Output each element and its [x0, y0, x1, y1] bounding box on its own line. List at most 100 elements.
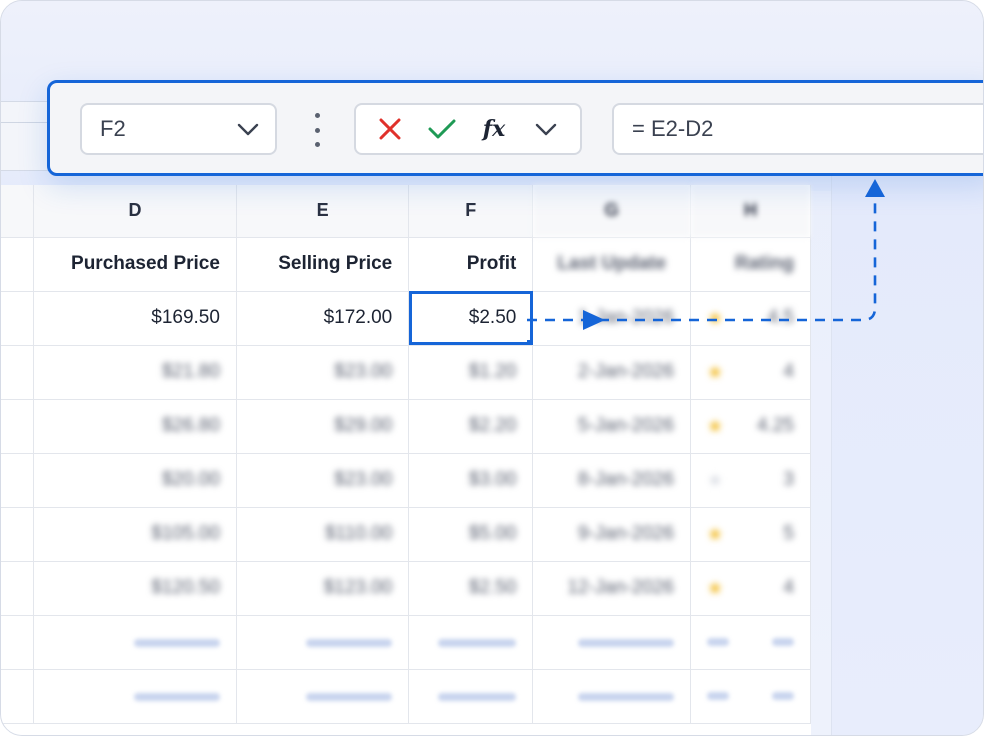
header-cell-selling-price[interactable]: Selling Price — [236, 237, 410, 292]
name-box-value: F2 — [100, 116, 126, 141]
expand-dropdown-button[interactable] — [528, 111, 564, 147]
column-header-g[interactable]: G — [532, 185, 692, 238]
cell-last-update[interactable]: 2-Jan-2026 — [532, 345, 692, 400]
row-number-header — [1, 185, 34, 238]
rating-value: 4.25 — [757, 415, 794, 436]
formula-bar: F2 fx = E2-D2 — [47, 80, 983, 176]
table-row: $21.80 $23.00 $1.20 2-Jan-2026 ★ 4 — [1, 345, 811, 400]
placeholder-cell — [33, 669, 237, 724]
star-empty-icon: ★ — [707, 469, 724, 490]
cell-purchased-price[interactable]: $20.00 — [33, 453, 237, 508]
row-number — [1, 561, 34, 616]
cell-purchased-price[interactable]: $120.50 — [33, 561, 237, 616]
formula-text: = E2-D2 — [632, 116, 714, 141]
header-cell-rating[interactable]: Rating — [690, 237, 811, 292]
placeholder-cell — [236, 669, 410, 724]
table-row: $169.50 $172.00 $2.50 1-Jan-2026 ★ 4.5 — [1, 291, 811, 346]
cell-profit[interactable]: $2.20 — [408, 399, 534, 454]
formula-input[interactable]: = E2-D2 — [612, 103, 983, 155]
cell-selling-price[interactable]: $110.00 — [236, 507, 410, 562]
chevron-down-icon — [535, 123, 557, 136]
header-cell-purchased-price[interactable]: Purchased Price — [33, 237, 237, 292]
cell-last-update[interactable]: 9-Jan-2026 — [532, 507, 692, 562]
cell-last-update[interactable]: 8-Jan-2026 — [532, 453, 692, 508]
rating-value: 4 — [783, 577, 794, 598]
fx-icon: fx — [482, 116, 506, 142]
cell-rating[interactable]: ★ 3 — [690, 453, 811, 508]
cell-profit-value: $2.50 — [468, 307, 517, 328]
name-box[interactable]: F2 — [80, 103, 277, 155]
placeholder-cell — [690, 669, 811, 724]
placeholder-cell — [532, 615, 692, 670]
row-number — [1, 345, 34, 400]
placeholder-row — [1, 615, 811, 670]
row-number — [1, 507, 34, 562]
table-row: $105.00 $110.00 $5.00 9-Jan-2026 ★ 5 — [1, 507, 811, 562]
cell-profit[interactable]: $1.20 — [408, 345, 534, 400]
formula-actions: fx — [354, 103, 582, 155]
placeholder-cell — [408, 615, 534, 670]
star-icon: ★ — [707, 523, 724, 544]
column-header-h[interactable]: H — [690, 185, 811, 238]
insert-function-button[interactable]: fx — [476, 111, 512, 147]
star-icon: ★ — [707, 361, 724, 382]
table-row: $20.00 $23.00 $3.00 8-Jan-2026 ★ 3 — [1, 453, 811, 508]
header-cell-last-update[interactable]: Last Update — [532, 237, 692, 292]
cell-rating[interactable]: ★ 4.25 — [690, 399, 811, 454]
cell-selling-price[interactable]: $172.00 — [236, 291, 410, 346]
chevron-down-icon[interactable] — [235, 116, 261, 142]
cancel-x-icon — [379, 118, 401, 140]
rating-value: 5 — [783, 523, 794, 544]
confirm-button[interactable] — [424, 111, 460, 147]
cell-selling-price[interactable]: $23.00 — [236, 453, 410, 508]
cell-purchased-price[interactable]: $26.80 — [33, 399, 237, 454]
rating-value: 3 — [783, 469, 794, 490]
row-number — [1, 399, 34, 454]
cell-rating[interactable]: ★ 4 — [690, 345, 811, 400]
cell-profit[interactable]: $5.00 — [408, 507, 534, 562]
placeholder-cell — [33, 615, 237, 670]
star-icon: ★ — [707, 307, 724, 328]
cell-rating[interactable]: ★ 4.5 — [690, 291, 811, 346]
column-header-e[interactable]: E — [236, 185, 410, 238]
confirm-check-icon — [428, 119, 456, 139]
cell-rating[interactable]: ★ 5 — [690, 507, 811, 562]
kebab-menu-icon[interactable] — [312, 113, 322, 147]
placeholder-cell — [690, 615, 811, 670]
selected-cell-profit[interactable]: $2.50 — [408, 291, 534, 346]
table-header-row: Purchased Price Selling Price Profit Las… — [1, 237, 811, 292]
column-header-d[interactable]: D — [33, 185, 237, 238]
row-number — [1, 669, 34, 724]
right-panel-background — [831, 171, 983, 735]
cell-last-update[interactable]: 5-Jan-2026 — [532, 399, 692, 454]
cell-selling-price[interactable]: $23.00 — [236, 345, 410, 400]
row-number — [1, 453, 34, 508]
cell-purchased-price[interactable]: $105.00 — [33, 507, 237, 562]
placeholder-cell — [408, 669, 534, 724]
cell-last-update[interactable]: 1-Jan-2026 — [532, 291, 692, 346]
row-number — [1, 615, 34, 670]
cell-profit[interactable]: $3.00 — [408, 453, 534, 508]
table-row: $26.80 $29.00 $2.20 5-Jan-2026 ★ 4.25 — [1, 399, 811, 454]
rating-value: 4.5 — [767, 307, 794, 328]
spreadsheet-grid: D E F G H Purchased Price Selling Price … — [1, 185, 811, 735]
cell-rating[interactable]: ★ 4 — [690, 561, 811, 616]
column-header-f[interactable]: F — [408, 185, 534, 238]
cell-profit[interactable]: $2.50 — [408, 561, 534, 616]
cell-purchased-price[interactable]: $169.50 — [33, 291, 237, 346]
cell-purchased-price[interactable]: $21.80 — [33, 345, 237, 400]
row-number — [1, 237, 34, 292]
data-table: D E F G H Purchased Price Selling Price … — [1, 185, 811, 724]
placeholder-cell — [236, 615, 410, 670]
cell-selling-price[interactable]: $29.00 — [236, 399, 410, 454]
screenshot-frame: D E F G H Purchased Price Selling Price … — [0, 0, 984, 736]
row-number — [1, 291, 34, 346]
cell-selling-price[interactable]: $123.00 — [236, 561, 410, 616]
table-row: $120.50 $123.00 $2.50 12-Jan-2026 ★ 4 — [1, 561, 811, 616]
placeholder-cell — [532, 669, 692, 724]
header-cell-profit[interactable]: Profit — [408, 237, 534, 292]
rating-value: 4 — [783, 361, 794, 382]
star-icon: ★ — [707, 577, 724, 598]
cancel-button[interactable] — [372, 111, 408, 147]
cell-last-update[interactable]: 12-Jan-2026 — [532, 561, 692, 616]
